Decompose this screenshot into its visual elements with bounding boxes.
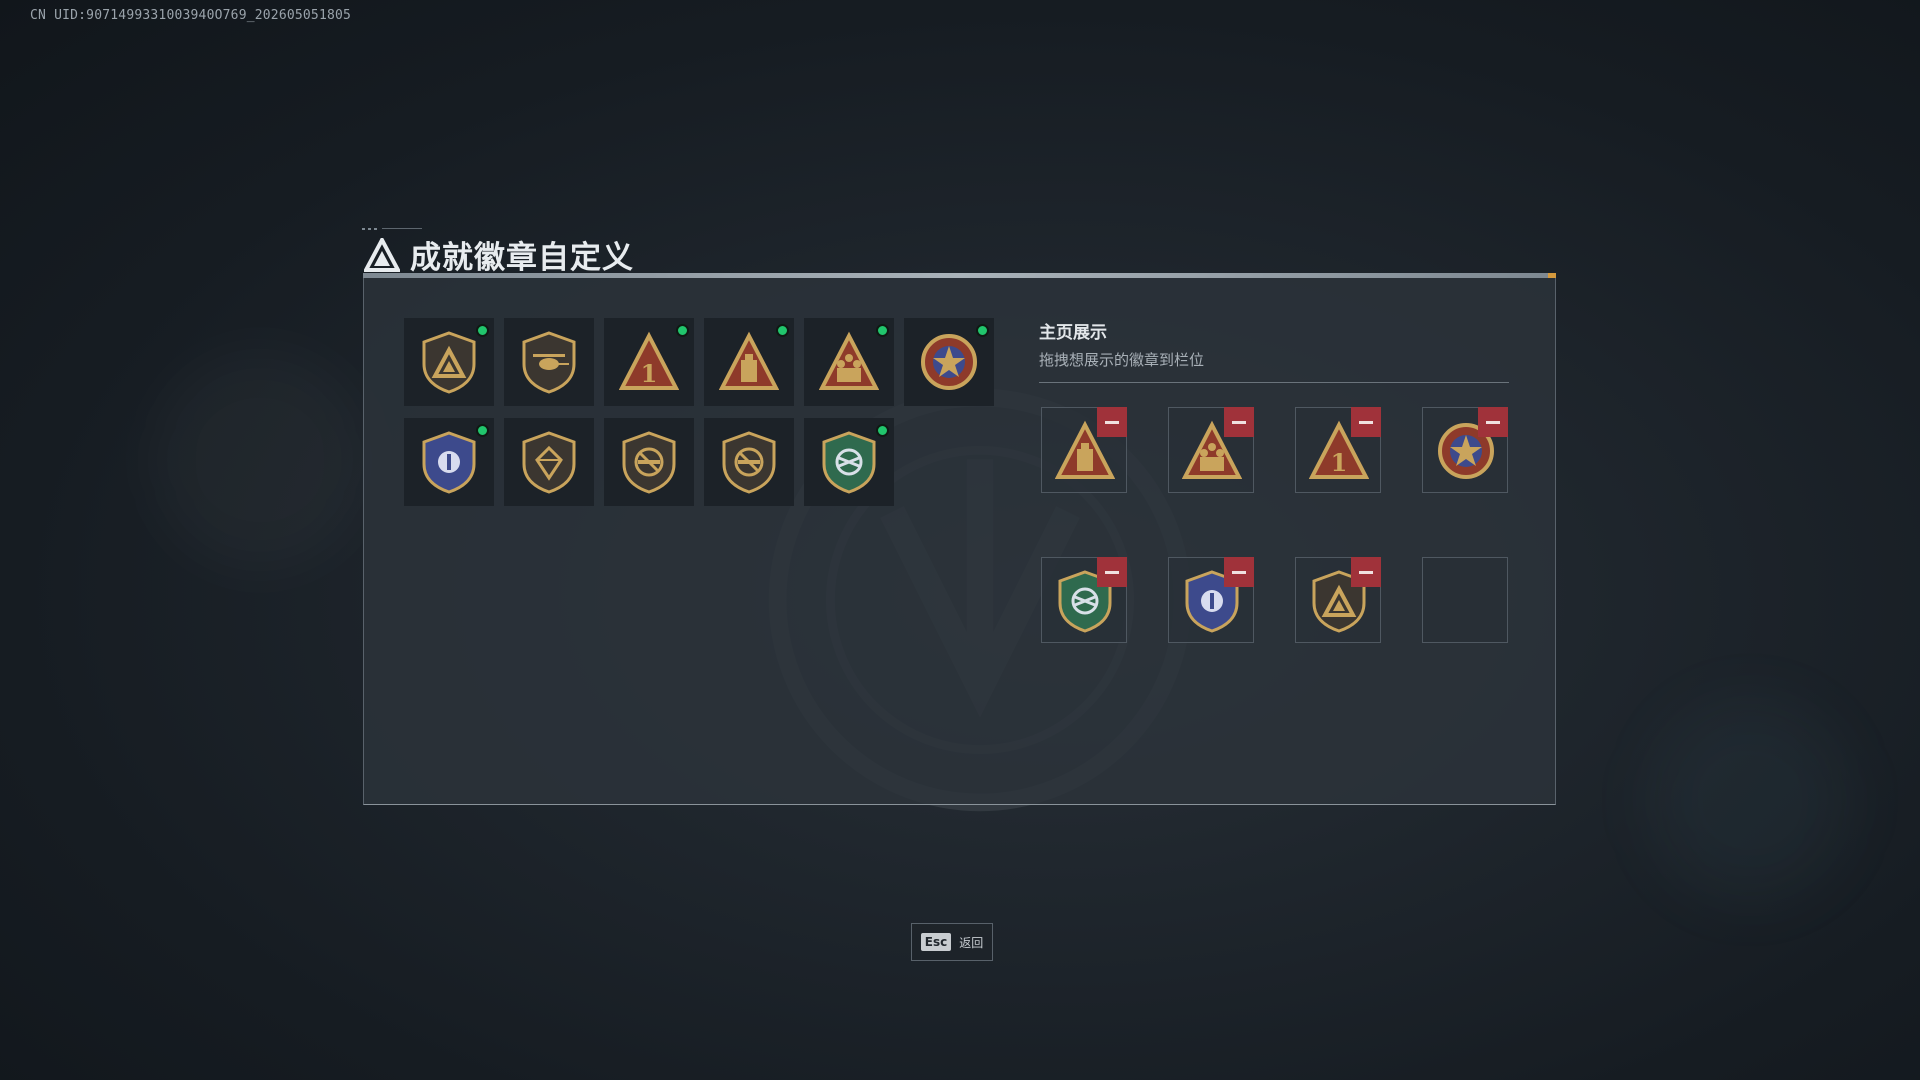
- badge-item[interactable]: [904, 318, 994, 406]
- badge-item[interactable]: [804, 318, 894, 406]
- panel-top-accent: [1548, 273, 1556, 278]
- triangle-shield-badge-icon: [422, 331, 476, 394]
- diamond-shield-badge-icon: [522, 431, 576, 494]
- badge-item[interactable]: [404, 418, 494, 506]
- remove-badge-button[interactable]: [1097, 557, 1127, 587]
- new-indicator-dot: [876, 324, 889, 337]
- showcase-divider: [1039, 382, 1509, 383]
- green-eagle-shield-badge-icon: [822, 431, 876, 494]
- new-indicator-dot: [976, 324, 989, 337]
- showcase-slot[interactable]: [1168, 557, 1254, 643]
- esc-key-hint: Esc: [920, 933, 952, 951]
- new-indicator-dot: [476, 324, 489, 337]
- badge-item[interactable]: [604, 418, 694, 506]
- back-button[interactable]: Esc 返回: [911, 923, 993, 961]
- showcase-slot[interactable]: [1041, 407, 1127, 493]
- panel-top-border: [363, 273, 1556, 278]
- svg-text:1: 1: [1331, 448, 1348, 477]
- showcase-title: 主页展示: [1039, 323, 1107, 342]
- new-indicator-dot: [676, 324, 689, 337]
- blue-winged-shield-badge-icon: [422, 431, 476, 494]
- page-header: 成就徽章自定义: [364, 232, 634, 277]
- remove-badge-button[interactable]: [1097, 407, 1127, 437]
- badge-item[interactable]: [704, 318, 794, 406]
- number-one-triangle-badge-icon: 1: [619, 331, 679, 390]
- homepage-showcase: 主页展示 拖拽想展示的徽章到栏位: [1039, 318, 1509, 383]
- badge-item[interactable]: [704, 418, 794, 506]
- showcase-slot[interactable]: [1295, 557, 1381, 643]
- showcase-slot[interactable]: [1168, 407, 1254, 493]
- remove-badge-button[interactable]: [1351, 407, 1381, 437]
- showcase-slot[interactable]: 1: [1295, 407, 1381, 493]
- new-indicator-dot: [776, 324, 789, 337]
- new-indicator-dot: [876, 424, 889, 437]
- back-label: 返回: [959, 935, 984, 950]
- minus-icon: [1105, 570, 1119, 574]
- minus-icon: [1359, 570, 1373, 574]
- minus-icon: [1486, 420, 1500, 424]
- page-title: 成就徽章自定义: [410, 240, 634, 276]
- minus-icon: [1232, 570, 1246, 574]
- triangle-logo-icon: [364, 237, 400, 272]
- minus-icon: [1232, 420, 1246, 424]
- no-pistol-shield-badge-icon: [722, 431, 776, 494]
- new-indicator-dot: [476, 424, 489, 437]
- minus-icon: [1359, 420, 1373, 424]
- tower-triangle-badge-icon: [719, 331, 779, 390]
- badge-collection-grid: 1: [404, 318, 994, 506]
- showcase-subtitle: 拖拽想展示的徽章到栏位: [1039, 352, 1205, 369]
- remove-badge-button[interactable]: [1478, 407, 1508, 437]
- badge-item[interactable]: 1: [604, 318, 694, 406]
- showcase-slots: 1: [1041, 407, 1508, 643]
- bg-glow: [150, 350, 370, 570]
- showcase-slot-empty[interactable]: [1422, 557, 1508, 643]
- uid-watermark: CN UID:9071499331003940O769_202605051805: [30, 8, 352, 23]
- badge-item[interactable]: [804, 418, 894, 506]
- no-rifle-shield-badge-icon: [622, 431, 676, 494]
- minus-icon: [1105, 420, 1119, 424]
- svg-text:1: 1: [641, 359, 658, 388]
- remove-badge-button[interactable]: [1351, 557, 1381, 587]
- badge-item[interactable]: [404, 318, 494, 406]
- bg-glow: [1650, 700, 1850, 900]
- star-crest-badge-icon: [921, 334, 977, 390]
- badge-item[interactable]: [504, 318, 594, 406]
- badge-item[interactable]: [504, 418, 594, 506]
- showcase-slot[interactable]: [1041, 557, 1127, 643]
- remove-badge-button[interactable]: [1224, 407, 1254, 437]
- showcase-slot[interactable]: [1422, 407, 1508, 493]
- soldiers-triangle-badge-icon: [819, 331, 879, 390]
- remove-badge-button[interactable]: [1224, 557, 1254, 587]
- helicopter-shield-badge-icon: [522, 331, 576, 394]
